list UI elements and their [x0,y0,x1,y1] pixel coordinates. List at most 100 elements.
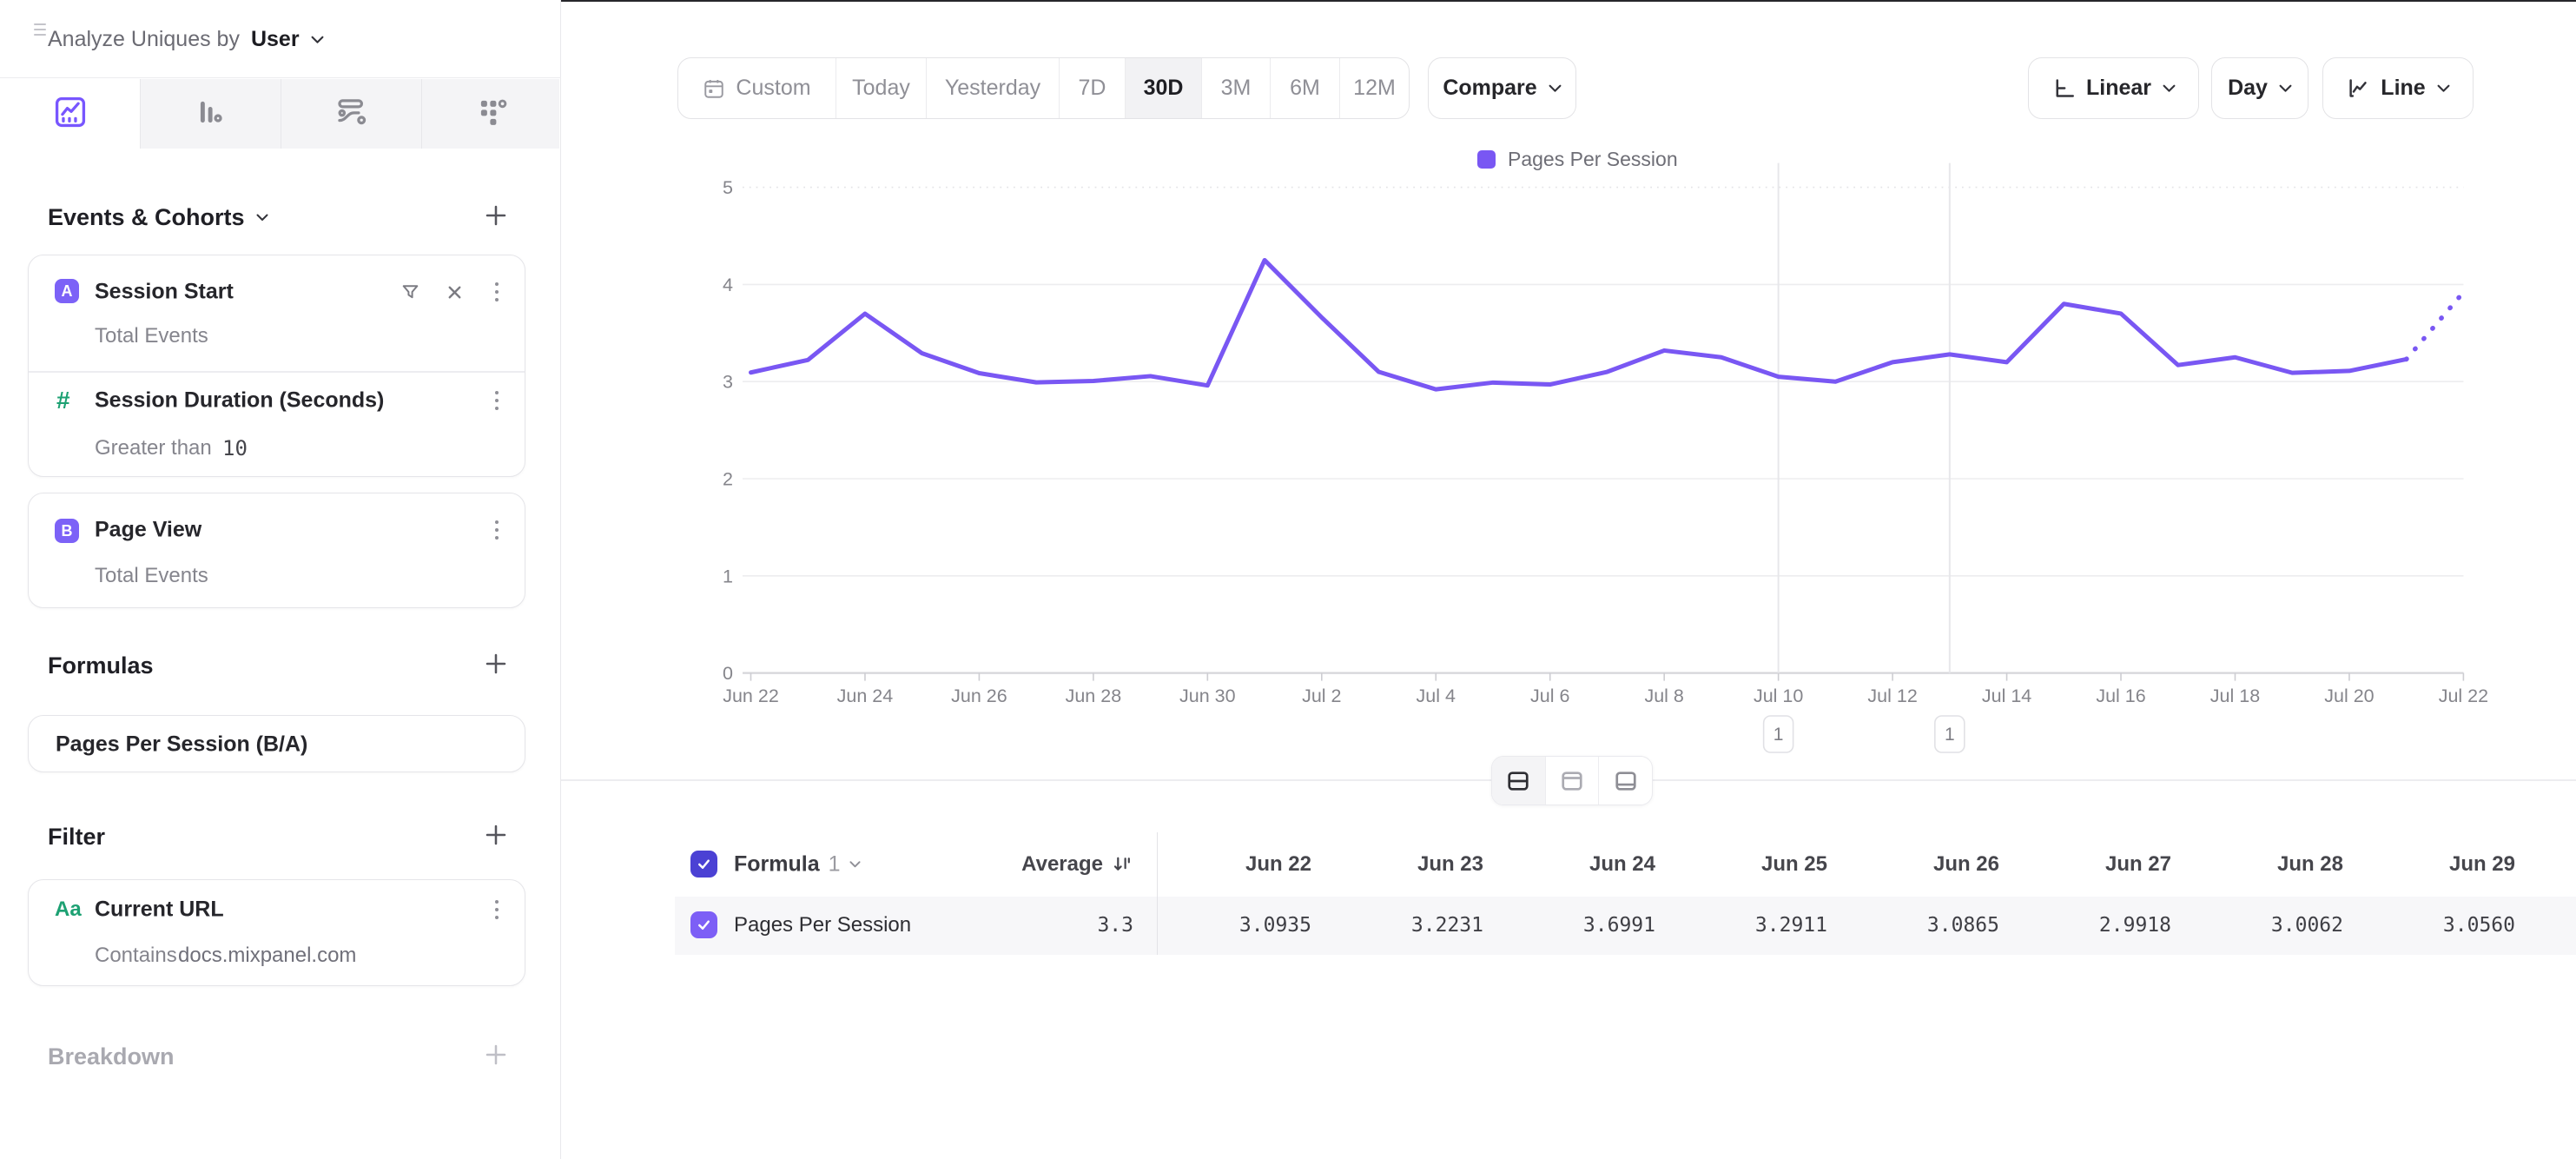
property-value[interactable]: 10 [222,436,248,460]
x-tick-label: Jul 22 [2439,685,2488,706]
x-tick-label: Jun 28 [1066,685,1122,706]
x-tick-label: Jun 30 [1179,685,1236,706]
date-column-header[interactable]: Jun 24 [1483,852,1655,877]
event-name[interactable]: Session Start [95,280,234,305]
flows-icon [334,94,370,135]
property-menu-button[interactable] [484,386,510,415]
retention-grid-icon [474,94,511,135]
series-line[interactable] [751,260,2407,389]
date-column-header[interactable]: Jun 29 [2343,852,2515,877]
add-breakdown-button[interactable] [482,1041,510,1073]
line-chart[interactable]: 01234511Jun 22Jun 24Jun 26Jun 28Jun 30Ju… [561,130,2576,773]
average-column-header[interactable]: Average [912,852,1133,877]
range-label: 30D [1144,76,1184,101]
event-measure[interactable]: Total Events [95,324,208,348]
cell-value: 2.9918 [1999,914,2171,937]
range-3m[interactable]: 3M [1201,58,1270,118]
annotation-count: 1 [1945,725,1955,745]
x-tick-label: Jun 26 [951,685,1007,706]
chevron-down-icon [1549,84,1562,93]
scale-label: Linear [2086,76,2151,101]
card-divider [29,371,525,373]
table-row-values: 3.09353.22313.69913.29113.08652.99183.00… [1157,914,2515,937]
event-measure[interactable]: Total Events [95,564,208,588]
chart-type-button[interactable]: Line [2322,57,2474,119]
compare-label: Compare [1443,76,1536,101]
event-menu-button[interactable] [484,515,510,545]
chart-type-label: Line [2381,76,2425,101]
bottom-panel-icon [1611,769,1641,793]
range-7d[interactable]: 7D [1059,58,1125,118]
x-tick-label: Jul 2 [1302,685,1341,706]
date-range-control: Custom Today Yesterday 7D 30D 3M6M12M [677,57,1410,119]
event-card-session-start: A Session Start Total Events # Session D… [28,255,525,477]
analyze-label: Analyze Uniques by [48,27,240,52]
drag-handle[interactable] [34,23,46,36]
line-chart-type-icon [2346,76,2369,100]
series-line-incomplete [2407,292,2464,359]
date-column-header[interactable]: Jun 27 [1999,852,2171,877]
cell-value: 3.6991 [1483,914,1655,937]
y-tick-label: 4 [723,275,733,295]
layout-split-button[interactable] [1492,757,1545,805]
series-label: Formula [734,852,820,878]
formula-card[interactable]: Pages Per Session (B/A) [28,715,525,772]
numeric-property-icon: # [56,387,70,414]
filter-event-button[interactable] [395,277,425,307]
row-checkbox[interactable] [690,911,717,938]
cell-value: 3.0865 [1827,914,1999,937]
y-tick-label: 0 [723,663,733,684]
event-menu-button[interactable] [484,277,510,307]
event-card-page-view: B Page View Total Events [28,493,525,608]
formulas-section-title: Formulas [48,652,154,679]
granularity-button[interactable]: Day [2211,57,2308,119]
scale-button[interactable]: Linear [2028,57,2199,119]
tab-retention[interactable] [421,79,562,149]
x-tick-label: Jul 12 [1867,685,1917,706]
range-30d[interactable]: 30D [1125,58,1201,118]
date-column-header[interactable]: Jun 25 [1655,852,1827,877]
layout-table-only-button[interactable] [1598,757,1652,805]
split-view-icon [1503,769,1533,793]
range-6m[interactable]: 6M [1270,58,1339,118]
x-tick-label: Jun 24 [837,685,894,706]
range-12m[interactable]: 12M [1339,58,1409,118]
layout-chart-only-button[interactable] [1545,757,1599,805]
tab-flows[interactable] [281,79,421,149]
remove-event-button[interactable] [439,277,469,307]
property-name[interactable]: Session Duration (Seconds) [95,388,384,414]
range-today[interactable]: Today [836,58,926,118]
x-tick-label: Jul 16 [2096,685,2145,706]
compare-button[interactable]: Compare [1428,57,1576,119]
range-custom[interactable]: Custom [678,58,836,118]
range-label: Yesterday [945,76,1040,101]
tab-insights[interactable] [0,79,140,149]
funnel-icon [400,281,421,303]
date-column-header[interactable]: Jun 28 [2171,852,2343,877]
analyze-value-dropdown[interactable]: User [251,27,300,52]
date-column-header[interactable]: Jun 22 [1157,852,1311,877]
row-series-name[interactable]: Pages Per Session [734,913,911,937]
sort-descending-icon [1112,854,1133,876]
events-section-title[interactable]: Events & Cohorts [48,204,268,231]
x-tick-label: Jun 22 [723,685,779,706]
plus-icon [482,1041,510,1069]
average-label: Average [1021,852,1103,877]
date-column-header[interactable]: Jun 26 [1827,852,1999,877]
x-tick-label: Jul 4 [1417,685,1456,706]
tab-bar-chart[interactable] [140,79,281,149]
check-icon [696,856,712,872]
property-operator[interactable]: Greater than [95,436,212,460]
series-header-dropdown[interactable]: Formula 1 [734,852,861,878]
range-yesterday[interactable]: Yesterday [926,58,1059,118]
formula-name[interactable]: Pages Per Session (B/A) [56,732,307,758]
event-badge-b: B [55,519,79,543]
date-column-header[interactable]: Jun 23 [1311,852,1483,877]
add-formula-button[interactable] [482,650,510,682]
select-all-checkbox[interactable] [690,851,717,878]
add-event-button[interactable] [482,202,510,234]
analyze-bar: Analyze Uniques by User [0,2,561,78]
range-label: Today [852,76,910,101]
check-icon [696,917,712,933]
event-name[interactable]: Page View [95,518,201,543]
